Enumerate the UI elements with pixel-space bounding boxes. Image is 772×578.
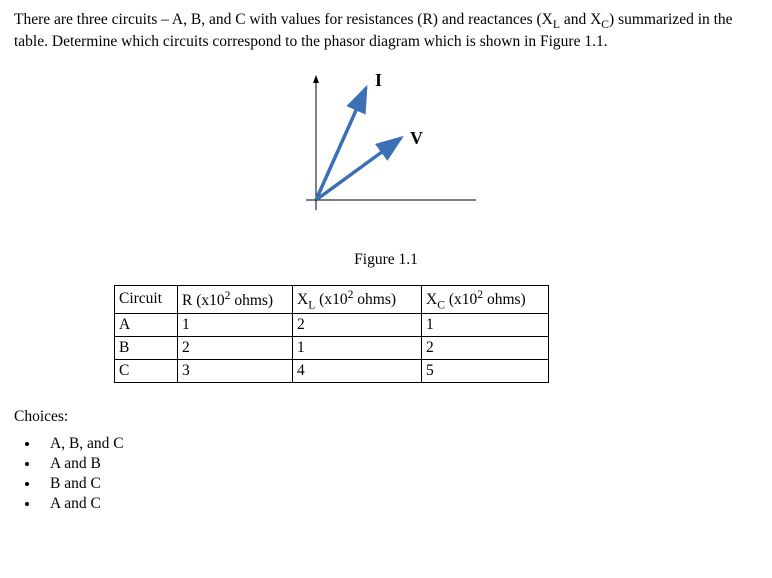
cell-xl: 4 (293, 360, 422, 383)
th-xc: XC (x102 ohms) (422, 285, 549, 313)
table-row: B 2 1 2 (115, 337, 549, 360)
cell-circuit: A (115, 313, 178, 336)
cell-xc: 5 (422, 360, 549, 383)
choice-item: A and C (40, 494, 758, 514)
phasor-diagram: I V (276, 70, 496, 236)
cell-xl: 1 (293, 337, 422, 360)
cell-xc: 1 (422, 313, 549, 336)
q-mid1: and X (560, 11, 601, 28)
table-row: A 1 2 1 (115, 313, 549, 336)
label-v-svg: V (410, 128, 423, 148)
circuit-table: Circuit R (x102 ohms) XL (x102 ohms) XC … (114, 285, 549, 384)
choices-label: Choices: (14, 407, 758, 427)
cell-r: 2 (178, 337, 293, 360)
table-row: C 3 4 5 (115, 360, 549, 383)
cell-xc: 2 (422, 337, 549, 360)
question-text: There are three circuits – A, B, and C w… (14, 10, 758, 52)
q-pre: There are three circuits – A, B, and C w… (14, 11, 553, 28)
th-r: R (x102 ohms) (178, 285, 293, 313)
cell-r: 3 (178, 360, 293, 383)
th-circuit: Circuit (115, 285, 178, 313)
cell-r: 1 (178, 313, 293, 336)
choice-item: A, B, and C (40, 434, 758, 454)
choice-item: B and C (40, 474, 758, 494)
table-header-row: Circuit R (x102 ohms) XL (x102 ohms) XC … (115, 285, 549, 313)
th-xl: XL (x102 ohms) (293, 285, 422, 313)
figure-caption: Figure 1.1 (14, 250, 758, 270)
phasor-figure: I V (14, 70, 758, 236)
label-i-svg: I (375, 70, 382, 90)
cell-circuit: B (115, 337, 178, 360)
choices-list: A, B, and C A and B B and C A and C (14, 434, 758, 515)
cell-circuit: C (115, 360, 178, 383)
choice-item: A and B (40, 454, 758, 474)
q-sub1: L (553, 18, 560, 31)
q-sub2: C (601, 18, 609, 31)
cell-xl: 2 (293, 313, 422, 336)
